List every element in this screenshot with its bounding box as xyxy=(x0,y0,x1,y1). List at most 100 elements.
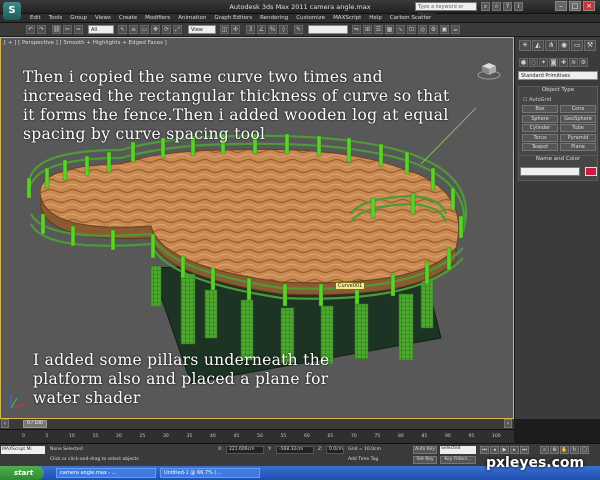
systems-icon[interactable]: ⚙ xyxy=(579,58,588,67)
menu-item-tools[interactable]: Tools xyxy=(45,15,67,22)
select-icon[interactable]: ↖ xyxy=(118,25,127,34)
render-icon[interactable]: ☕ xyxy=(451,25,460,34)
prev-frame-icon[interactable]: ◂ xyxy=(490,446,499,454)
lights-icon[interactable]: ✦ xyxy=(539,58,548,67)
graphite-icon[interactable]: ▦ xyxy=(385,25,394,34)
time-prev-icon[interactable]: ‹ xyxy=(1,419,9,428)
z-coordinate-field[interactable]: 0.0cm xyxy=(326,446,344,454)
menu-item-graph-editors[interactable]: Graph Editors xyxy=(210,15,256,22)
sphere-button[interactable]: Sphere xyxy=(522,114,558,123)
align-icon[interactable]: ⊞ xyxy=(363,25,372,34)
curve-editor-icon[interactable]: ∿ xyxy=(396,25,405,34)
selection-filter-select[interactable]: All xyxy=(88,25,114,34)
menu-item-views[interactable]: Views xyxy=(91,15,115,22)
motion-tab-icon[interactable]: ◉ xyxy=(558,40,570,51)
start-button[interactable]: start xyxy=(0,466,44,480)
taskbar-item-3dsmax[interactable]: camera angle.max - ... xyxy=(56,468,156,478)
scale-icon[interactable]: ⤢ xyxy=(173,25,182,34)
go-end-icon[interactable]: ⏭ xyxy=(520,446,529,454)
display-tab-icon[interactable]: ▭ xyxy=(571,40,583,51)
object-color-swatch[interactable] xyxy=(585,167,597,176)
teapot-button[interactable]: Teapot xyxy=(522,143,558,151)
next-frame-icon[interactable]: ▸ xyxy=(510,446,519,454)
unlink-icon[interactable]: ✂ xyxy=(63,25,72,34)
manipulate-icon[interactable]: ✣ xyxy=(231,25,240,34)
orbit-icon[interactable]: ↻ xyxy=(570,446,579,454)
maximize-viewport-icon[interactable]: ▢ xyxy=(580,446,589,454)
add-time-tag-button[interactable]: Add Time Tag xyxy=(348,457,378,462)
menu-item-modifiers[interactable]: Modifiers xyxy=(141,15,174,22)
render-setup-icon[interactable]: ⚙ xyxy=(429,25,438,34)
close-button[interactable]: × xyxy=(583,1,595,11)
menu-item-maxscript[interactable]: MAXScript xyxy=(329,15,365,22)
spinner-snap-icon[interactable]: ◊ xyxy=(279,25,288,34)
minimize-button[interactable]: – xyxy=(555,1,567,11)
angle-snap-icon[interactable]: ∠ xyxy=(257,25,266,34)
layers-icon[interactable]: ☰ xyxy=(374,25,383,34)
reference-coord-select[interactable]: View xyxy=(188,25,216,34)
pan-icon[interactable]: ✋ xyxy=(560,446,569,454)
menu-item-rendering[interactable]: Rendering xyxy=(256,15,292,22)
zoom-all-icon[interactable]: ⊕ xyxy=(550,446,559,454)
redo-icon[interactable]: ↷ xyxy=(37,25,46,34)
named-selection-icon[interactable]: ✎ xyxy=(294,25,303,34)
time-next-icon[interactable]: › xyxy=(504,419,512,428)
viewcube-icon[interactable] xyxy=(477,60,501,80)
bind-icon[interactable]: ≈ xyxy=(74,25,83,34)
move-icon[interactable]: ✥ xyxy=(151,25,160,34)
set-key-button[interactable]: Set Key xyxy=(413,456,437,464)
link-icon[interactable]: ⛓ xyxy=(52,25,61,34)
torus-button[interactable]: Torus xyxy=(522,133,558,142)
name-color-title[interactable]: Name and Color xyxy=(519,156,597,162)
track-bar[interactable]: 0 5 10 15 20 25 30 35 40 45 50 55 60 65 70 75 80 85 90 95 10… xyxy=(0,429,514,443)
select-by-name-icon[interactable]: ≡ xyxy=(129,25,138,34)
box-button[interactable]: Box xyxy=(522,105,558,113)
utilities-tab-icon[interactable]: ⚒ xyxy=(584,40,596,51)
star-icon[interactable]: ☆ xyxy=(492,2,501,11)
auto-key-button[interactable]: Auto Key xyxy=(413,446,437,454)
cone-button[interactable]: Cone xyxy=(560,105,596,113)
mirror-icon[interactable]: ⇋ xyxy=(352,25,361,34)
named-selection-set-select[interactable] xyxy=(308,25,348,34)
maximize-button[interactable]: □ xyxy=(569,1,581,11)
search-icon[interactable]: ⌕ xyxy=(481,2,490,11)
search-input[interactable]: Type a keyword or phrase xyxy=(415,2,477,18)
snap-icon[interactable]: 3 xyxy=(246,25,255,34)
shapes-icon[interactable]: ◌ xyxy=(529,58,538,67)
time-slider-thumb[interactable]: 0 / 100 xyxy=(23,420,47,428)
object-name-input[interactable] xyxy=(520,167,580,176)
autogrid-checkbox[interactable]: ☐ AutoGrid xyxy=(523,97,551,103)
perspective-viewport[interactable]: [ + ] [ Perspective ] [ Smooth + Highlig… xyxy=(0,37,514,419)
geosphere-button[interactable]: GeoSphere xyxy=(560,114,596,123)
material-editor-icon[interactable]: ◎ xyxy=(418,25,427,34)
geometry-icon[interactable]: ● xyxy=(519,58,528,67)
info-icon[interactable]: i xyxy=(514,2,523,11)
menu-item-edit[interactable]: Edit xyxy=(26,15,45,22)
help-icon[interactable]: ? xyxy=(503,2,512,11)
modify-tab-icon[interactable]: ◭ xyxy=(532,40,544,51)
play-icon[interactable]: ▶ xyxy=(500,446,509,454)
cylinder-button[interactable]: Cylinder xyxy=(522,124,558,132)
helpers-icon[interactable]: ✚ xyxy=(559,58,568,67)
key-filters-button[interactable]: Key Filters... xyxy=(440,456,476,464)
menu-item-carbon-scatter[interactable]: Carbon Scatter xyxy=(386,15,435,22)
menu-item-animation[interactable]: Animation xyxy=(174,15,210,22)
plane-button[interactable]: Plane xyxy=(560,143,596,151)
pivot-icon[interactable]: ◫ xyxy=(220,25,229,34)
go-start-icon[interactable]: ⏮ xyxy=(480,446,489,454)
rotate-icon[interactable]: ⟳ xyxy=(162,25,171,34)
time-slider[interactable]: ‹ 0 / 100 › xyxy=(0,419,514,429)
menu-item-create[interactable]: Create xyxy=(115,15,141,22)
maxscript-listener-input[interactable]: MAXScript Mi xyxy=(1,446,45,454)
primitives-dropdown[interactable]: Standard Primitives xyxy=(518,71,598,80)
rect-select-icon[interactable]: ▭ xyxy=(140,25,149,34)
render-frame-icon[interactable]: ▣ xyxy=(440,25,449,34)
key-mode-select[interactable]: Selected xyxy=(440,446,476,454)
y-coordinate-field[interactable]: -568.32cm xyxy=(276,446,314,454)
hierarchy-tab-icon[interactable]: ⋔ xyxy=(545,40,557,51)
menu-item-group[interactable]: Group xyxy=(66,15,91,22)
menu-item-help[interactable]: Help xyxy=(365,15,386,22)
pyramid-button[interactable]: Pyramid xyxy=(560,133,596,142)
schematic-icon[interactable]: ⊡ xyxy=(407,25,416,34)
tube-button[interactable]: Tube xyxy=(560,124,596,132)
